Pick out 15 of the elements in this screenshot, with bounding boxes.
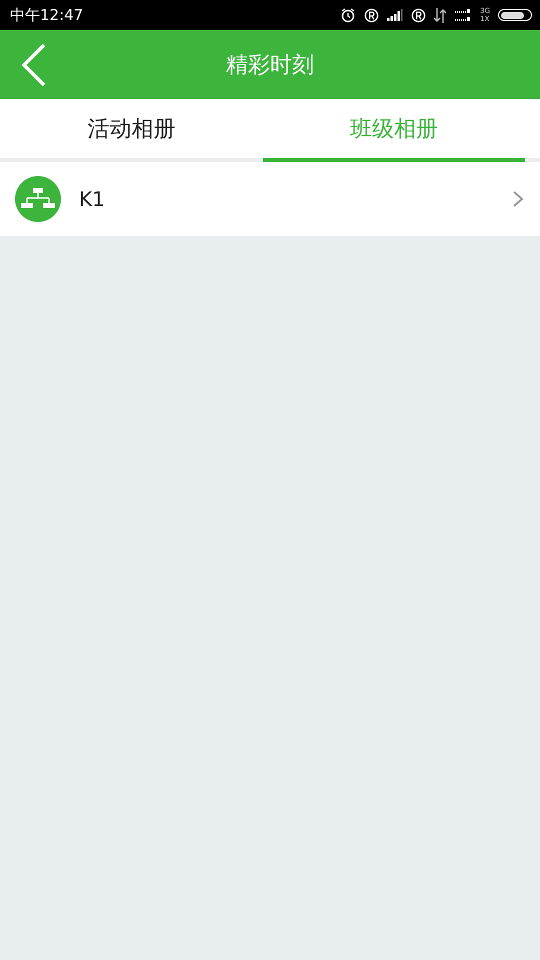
header-title: 精彩时刻	[226, 52, 314, 80]
status-time: 中午12:47	[10, 6, 84, 24]
tab[interactable]: 活动相册	[0, 99, 262, 162]
registered-icon	[364, 8, 380, 22]
album-name: K1	[79, 187, 106, 211]
list-item[interactable]: K1	[0, 162, 540, 236]
signal-icon	[454, 8, 472, 22]
chevron-right-icon	[512, 190, 524, 208]
registered-icon	[411, 8, 426, 22]
hierarchy-icon	[15, 176, 61, 222]
alarm-icon	[340, 7, 356, 23]
battery-icon	[498, 9, 532, 21]
back-icon[interactable]	[20, 43, 48, 87]
signal-icon	[387, 9, 404, 21]
data-arrows-icon	[434, 8, 446, 22]
